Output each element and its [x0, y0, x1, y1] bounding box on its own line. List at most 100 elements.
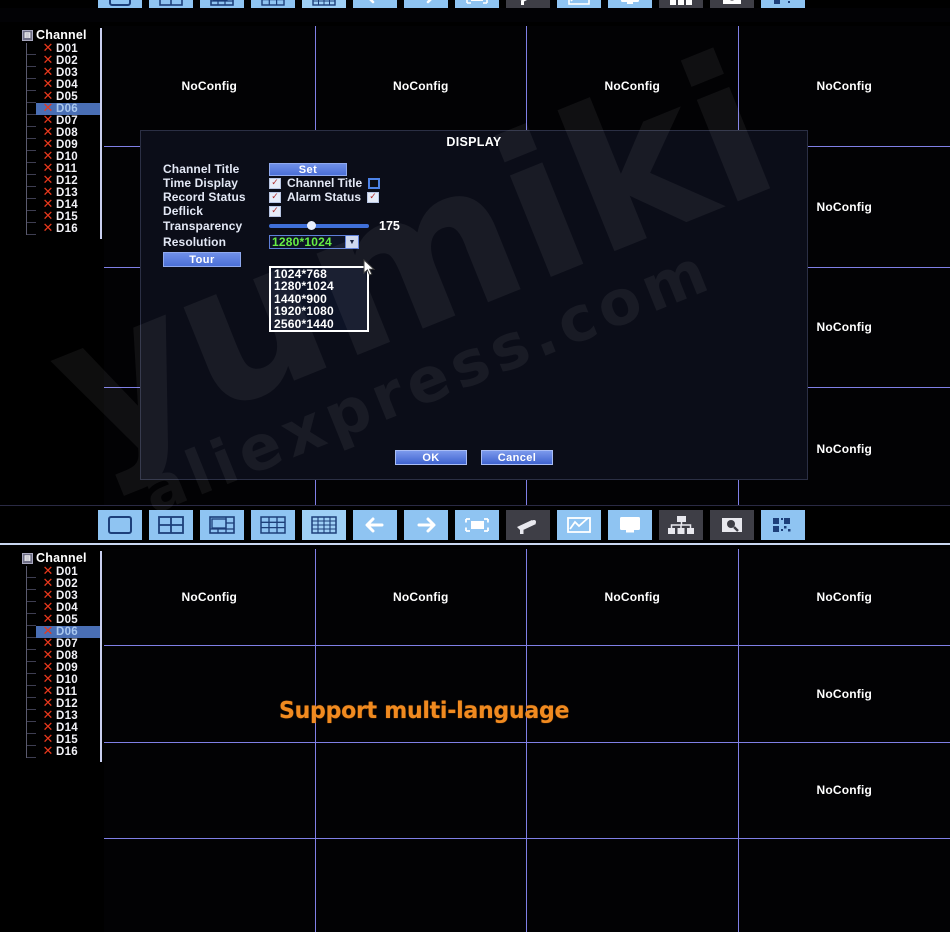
layout-1-icon[interactable]: [98, 509, 142, 540]
resolution-option[interactable]: 1920*1080: [271, 305, 367, 317]
channel-list-rail: [26, 566, 36, 758]
ok-button[interactable]: OK: [395, 450, 467, 465]
channel-label: D03: [56, 67, 78, 79]
channel-list-rail: [26, 43, 36, 235]
video-cell[interactable]: [104, 742, 316, 840]
disk-search-icon[interactable]: [710, 509, 754, 540]
video-cell[interactable]: NoConfig: [527, 549, 739, 646]
video-cell[interactable]: [104, 645, 316, 743]
video-cell[interactable]: [527, 839, 739, 932]
channel-list-header: ▤ Channel: [22, 551, 100, 566]
status-x-icon: ✕: [42, 221, 54, 236]
deflick-checkbox[interactable]: ✓: [269, 205, 281, 217]
channel-label: D13: [56, 187, 78, 199]
video-cell[interactable]: NoConfig: [738, 549, 950, 646]
slider-track: [269, 224, 369, 228]
video-cell[interactable]: NoConfig: [527, 26, 739, 147]
channel-label: D16: [56, 223, 78, 235]
layout-9-icon[interactable]: [251, 509, 295, 540]
channel-row-d16[interactable]: ✕ D16: [36, 221, 100, 236]
layout-16-icon[interactable]: [302, 0, 346, 8]
row-transparency: Transparency 175: [163, 218, 807, 234]
layout-1-icon[interactable]: [98, 0, 142, 8]
channel-label: D01: [56, 566, 78, 578]
fullscreen-icon[interactable]: [455, 0, 499, 8]
layout-4-icon[interactable]: [149, 0, 193, 8]
slider-knob[interactable]: [307, 221, 316, 230]
toolbar-top[interactable]: [0, 0, 950, 8]
channel-title-set-button[interactable]: Set: [269, 162, 347, 176]
resolution-option[interactable]: 1280*1024: [271, 280, 367, 292]
video-cell-label: NoConfig: [181, 78, 238, 93]
channel-label: D14: [56, 199, 78, 211]
playback-chart-icon[interactable]: [557, 509, 601, 540]
video-cell[interactable]: [738, 839, 950, 932]
fullscreen-icon[interactable]: [455, 509, 499, 540]
channel-list-bottom: ▤ Channel ✕ D01 ✕ D02 ✕ D03 ✕ D04 ✕ D05 ✕ D06 …: [22, 551, 102, 762]
monitor-icon[interactable]: [608, 0, 652, 8]
disk-search-icon[interactable]: [710, 0, 754, 8]
alarm-status-checkbox[interactable]: ✓: [367, 191, 380, 203]
channel-label: D06: [56, 626, 78, 638]
video-cell[interactable]: NoConfig: [104, 549, 316, 646]
video-cell[interactable]: NoConfig: [315, 549, 527, 646]
row-resolution: Resolution 1280*1024 ▼: [163, 234, 807, 250]
video-cell[interactable]: [527, 645, 739, 743]
qr-code-icon[interactable]: [761, 509, 805, 540]
video-cell[interactable]: NoConfig: [738, 742, 950, 840]
video-cell[interactable]: [104, 839, 316, 932]
channel-label: D07: [56, 115, 78, 127]
toolbar-bottom[interactable]: [0, 505, 950, 545]
video-cell[interactable]: NoConfig: [104, 26, 316, 147]
video-cell-label: NoConfig: [816, 783, 873, 798]
resolution-dropdown[interactable]: 1024*768 1280*1024 1440*900 1920*1080 25…: [269, 266, 369, 332]
layout-4-icon[interactable]: [149, 509, 193, 540]
video-cell[interactable]: NoConfig: [738, 645, 950, 743]
video-cell[interactable]: NoConfig: [315, 26, 527, 147]
arrow-right-icon[interactable]: [404, 509, 448, 540]
video-cell[interactable]: [315, 645, 527, 743]
transparency-slider[interactable]: [269, 220, 369, 232]
channel-label: D04: [56, 602, 78, 614]
channel-label: D15: [56, 211, 78, 223]
channel-label: D01: [56, 43, 78, 55]
layout-16-icon[interactable]: [302, 509, 346, 540]
resolution-option[interactable]: 2560*1440: [271, 317, 367, 330]
channel-label: D11: [56, 686, 78, 698]
video-cell[interactable]: NoConfig: [738, 26, 950, 147]
display-dialog: DISPLAY Channel Title Set Time Display ✓…: [140, 130, 808, 480]
arrow-right-icon[interactable]: [404, 0, 448, 8]
video-cell[interactable]: [527, 742, 739, 840]
tour-button[interactable]: Tour: [163, 251, 241, 267]
channel-title-checkbox[interactable]: [368, 177, 381, 189]
chevron-down-icon[interactable]: ▼: [345, 236, 358, 248]
channel-row-d16[interactable]: ✕ D16: [36, 745, 100, 758]
video-cell[interactable]: [315, 742, 527, 840]
record-status-checkbox[interactable]: ✓: [269, 191, 281, 203]
video-cell-label: NoConfig: [816, 78, 873, 93]
layout-6-icon[interactable]: [200, 0, 244, 8]
ptz-camera-icon[interactable]: [506, 509, 550, 540]
layout-6-icon[interactable]: [200, 509, 244, 540]
video-cell[interactable]: [315, 839, 527, 932]
network-tree-icon[interactable]: [659, 0, 703, 8]
qr-code-icon[interactable]: [761, 0, 805, 8]
cancel-button[interactable]: Cancel: [481, 450, 553, 465]
video-cell-label: NoConfig: [604, 78, 661, 93]
network-tree-icon[interactable]: [659, 509, 703, 540]
channel-list-top: ▤ Channel ✕ D01 ✕ D02 ✕ D03 ✕ D04 ✕ D05 ✕ D06 …: [22, 28, 102, 239]
resolution-combo[interactable]: 1280*1024 ▼: [269, 235, 359, 249]
arrow-left-icon[interactable]: [353, 509, 397, 540]
channel-label: D02: [56, 578, 78, 590]
arrow-left-icon[interactable]: [353, 0, 397, 8]
channel-label: D09: [56, 139, 78, 151]
time-display-label: Time Display: [163, 176, 239, 190]
ptz-camera-icon[interactable]: [506, 0, 550, 8]
time-display-checkbox[interactable]: ✓: [269, 177, 281, 189]
layout-9-icon[interactable]: [251, 0, 295, 8]
channel-label: D16: [56, 746, 78, 758]
resolution-label: Resolution: [163, 235, 226, 249]
monitor-icon[interactable]: [608, 509, 652, 540]
channel-label: D12: [56, 175, 78, 187]
playback-chart-icon[interactable]: [557, 0, 601, 8]
